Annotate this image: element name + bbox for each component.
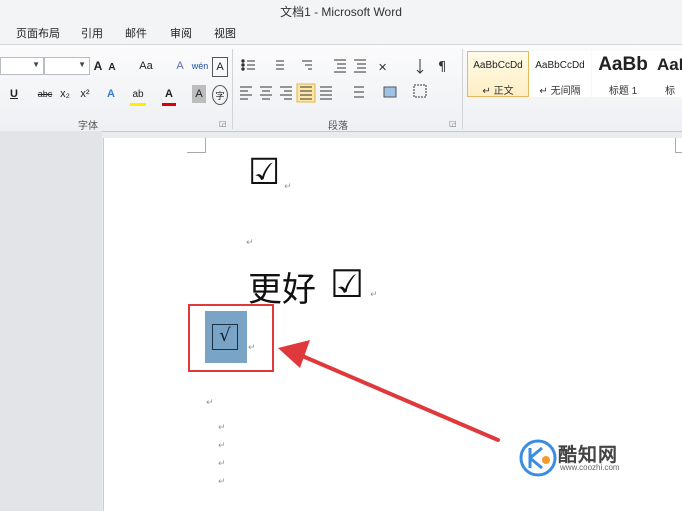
watermark-logo-icon — [519, 439, 557, 477]
annotation-arrow — [278, 340, 500, 442]
watermark-url: www.coozhi.com — [560, 463, 620, 472]
